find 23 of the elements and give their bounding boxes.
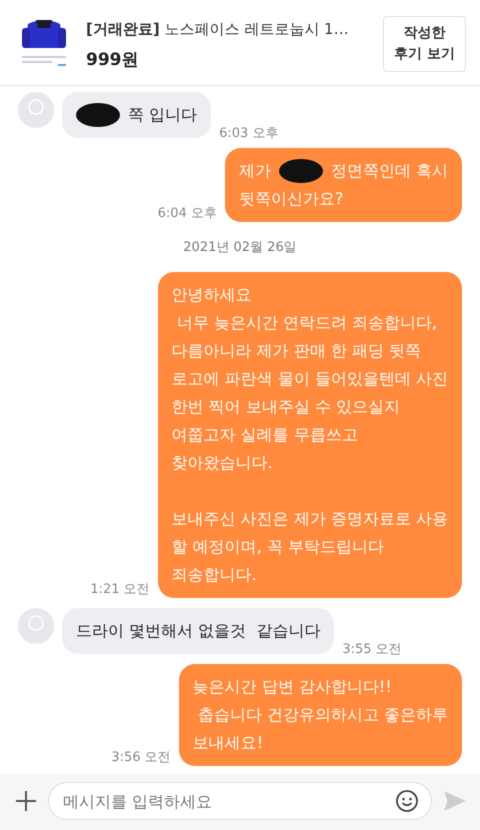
message-time: 3:55 오전 xyxy=(342,641,402,658)
message-text: 제가 xyxy=(238,160,271,182)
message-time: 6:04 오후 xyxy=(158,205,217,222)
redaction-mark xyxy=(278,159,323,183)
message-field[interactable]: 메시지를 입력하세요 xyxy=(48,782,432,820)
product-price: 999원 xyxy=(86,48,140,70)
avatar-icon xyxy=(18,92,54,128)
message-text: 드라이 몇번해서 없을것 같습니다 xyxy=(76,620,320,642)
message-time: 1:21 오전 xyxy=(90,581,150,598)
redaction-mark xyxy=(76,103,120,127)
plus-icon[interactable] xyxy=(14,789,38,813)
emoji-icon[interactable] xyxy=(395,789,419,813)
message-text: 늦은시간 답변 감사합니다!! 춥습니다 건강유의하시고 좋은하루 보내세요! xyxy=(192,676,448,754)
message-text: 정면쪽인데 혹시 xyxy=(330,160,448,182)
message-text: 쪽 입니다 xyxy=(128,104,198,126)
message-text: 안녕하세요 너무 늦은시간 연락드려 죄송합니다, 다름아니라 제가 판매 한 패딩 뒷쪽 로고에 파란색 물이 들어있을텐데 사진 한번 찍어 보내주실 수 있으실지 여쭙고자 실례를 무릅쓰고 찾아왔습니다. 보내주신 사진은 제가 증명자료로 사용 할 예정이며, 꼭 부탁드립니다 죄송합니다. xyxy=(172,284,448,586)
message-time: 6:03 오후 xyxy=(219,125,278,142)
avatar-icon xyxy=(18,608,54,644)
message-time: 3:56 오전 xyxy=(111,749,171,766)
message-text: 뒷쪽이신가요? xyxy=(238,188,344,210)
product-title: [거래완료] 노스페이스 레트로눕시 1… xyxy=(86,18,350,40)
view-review-button[interactable]: 작성한 후기 보기 xyxy=(383,16,466,72)
date-divider: 2021년 02월 26일 xyxy=(183,239,297,256)
